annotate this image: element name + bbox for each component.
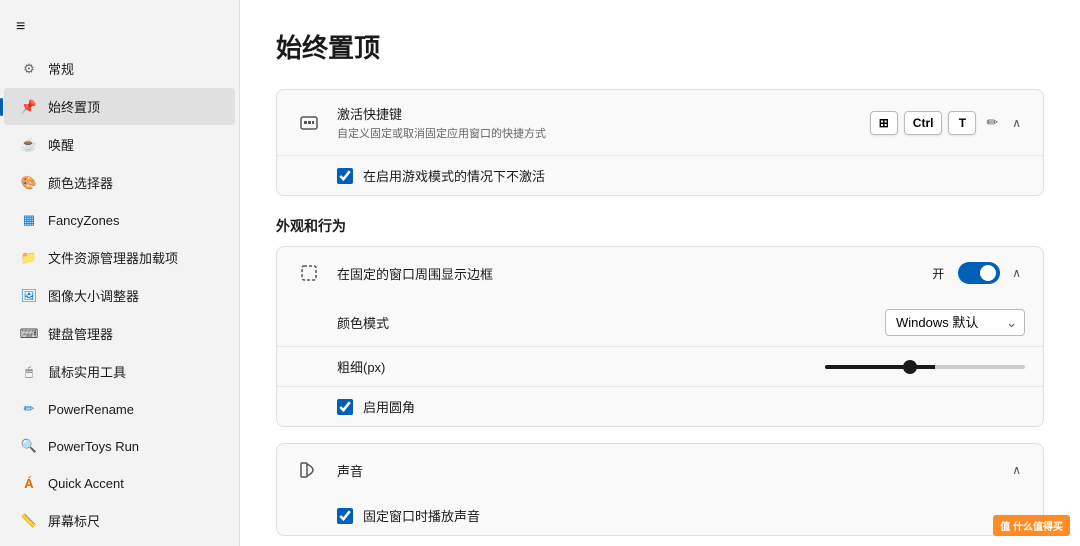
- thickness-label: 粗细(px): [337, 357, 457, 376]
- rounded-corners-row: 启用圆角: [277, 387, 1043, 426]
- powerrename-icon: ✏: [20, 400, 38, 418]
- sound-title: 声音: [337, 461, 994, 480]
- fileexplorer-icon: 📁: [20, 249, 38, 267]
- toggle-on-label: 开: [932, 265, 944, 282]
- sidebar-item-general[interactable]: ⚙ 常规: [4, 50, 235, 87]
- sidebar-label-fileexplorer: 文件资源管理器加载项: [48, 248, 178, 267]
- border-chevron[interactable]: ∧: [1008, 264, 1025, 282]
- colormode-dropdown-wrap: Windows 默认 浅色 深色: [885, 309, 1025, 336]
- keyboard-icon: ⌨: [20, 325, 38, 343]
- shortcut-chevron-up[interactable]: ∧: [1008, 114, 1025, 132]
- sidebar-item-alwaysontop[interactable]: 📌 始终置顶: [4, 88, 235, 125]
- sound-label: 固定窗口时播放声音: [363, 506, 480, 525]
- sound-icon: [295, 456, 323, 484]
- sidebar-label-powerrename: PowerRename: [48, 402, 134, 417]
- hamburger-menu[interactable]: ≡: [0, 8, 239, 46]
- shortcut-row: 激活快捷键 自定义固定或取消固定应用窗口的快捷方式 ⊞ Ctrl T ✏ ∧: [277, 90, 1043, 156]
- sidebar-item-ruler[interactable]: 📏 屏幕标尺: [4, 502, 235, 539]
- shortcut-content: 激活快捷键 自定义固定或取消固定应用窗口的快捷方式: [337, 104, 856, 141]
- sidebar-label-colorpicker: 颜色选择器: [48, 173, 113, 192]
- colormode-select[interactable]: Windows 默认 浅色 深色: [885, 309, 1025, 336]
- shortcut-actions: ⊞ Ctrl T ✏ ∧: [870, 110, 1025, 135]
- key-win[interactable]: ⊞: [870, 111, 898, 135]
- rounded-corners-checkbox[interactable]: [337, 399, 353, 415]
- sidebar-label-awake: 唤醒: [48, 135, 74, 154]
- sidebar-item-powerrename[interactable]: ✏ PowerRename: [4, 391, 235, 427]
- sidebar-label-ruler: 屏幕标尺: [48, 511, 100, 530]
- gamemode-checkbox[interactable]: [337, 168, 353, 184]
- sidebar-label-accent: Quick Accent: [48, 476, 124, 491]
- imageresizer-icon: 🖼: [20, 287, 38, 305]
- page-title: 始终置顶: [276, 28, 1044, 65]
- sidebar-item-quick-accent[interactable]: Á Quick Accent: [4, 465, 235, 501]
- sound-card: 声音 ∧ 固定窗口时播放声音: [276, 443, 1044, 536]
- sidebar-item-fancyzones[interactable]: ▦ FancyZones: [4, 202, 235, 238]
- rounded-corners-label: 启用圆角: [363, 397, 415, 416]
- sidebar-label-keyboard: 键盘管理器: [48, 324, 113, 343]
- sidebar-label-mouse: 鼠标实用工具: [48, 362, 126, 381]
- shortcut-card: 激活快捷键 自定义固定或取消固定应用窗口的快捷方式 ⊞ Ctrl T ✏ ∧ 在…: [276, 89, 1044, 196]
- main-content: 始终置顶 激活快捷键 自定义固定或取消固定应用窗口的快捷方式 ⊞ Ctrl T …: [240, 0, 1080, 546]
- sidebar-item-colorpicker[interactable]: 🎨 颜色选择器: [4, 164, 235, 201]
- thickness-row: 粗细(px): [277, 347, 1043, 387]
- thickness-control: [471, 365, 1025, 369]
- sidebar-label-general: 常规: [48, 59, 74, 78]
- run-icon: 🔍: [20, 437, 38, 455]
- key-t[interactable]: T: [948, 111, 976, 135]
- sidebar-label-fancyzones: FancyZones: [48, 213, 120, 228]
- sidebar-item-powertoys-run[interactable]: 🔍 PowerToys Run: [4, 428, 235, 464]
- sidebar-label-run: PowerToys Run: [48, 439, 139, 454]
- thickness-slider[interactable]: [825, 365, 1025, 369]
- sidebar-label-alwaysontop: 始终置顶: [48, 97, 100, 116]
- colormode-control: Windows 默认 浅色 深色: [471, 309, 1025, 336]
- sound-checkbox[interactable]: [337, 508, 353, 524]
- appearance-card: 在固定的窗口周围显示边框 开 ∧ 颜色模式 Windows 默认 浅色 深色: [276, 246, 1044, 427]
- border-title: 在固定的窗口周围显示边框: [337, 264, 918, 283]
- sound-chevron[interactable]: ∧: [1008, 461, 1025, 479]
- sidebar-item-awake[interactable]: ☕ 唤醒: [4, 126, 235, 163]
- shortcut-row-icon: [295, 109, 323, 137]
- mouse-icon: 🖱: [20, 363, 38, 381]
- border-row[interactable]: 在固定的窗口周围显示边框 开 ∧: [277, 247, 1043, 299]
- border-toggle[interactable]: [958, 262, 1000, 284]
- border-content: 在固定的窗口周围显示边框: [337, 264, 918, 283]
- edit-shortcut-button[interactable]: ✏: [982, 110, 1002, 135]
- awake-icon: ☕: [20, 136, 38, 154]
- gamemode-row: 在启用游戏模式的情况下不激活: [277, 156, 1043, 195]
- accent-icon: Á: [20, 474, 38, 492]
- colormode-row: 颜色模式 Windows 默认 浅色 深色: [277, 299, 1043, 347]
- colorpicker-icon: 🎨: [20, 174, 38, 192]
- gear-icon: ⚙: [20, 60, 38, 78]
- gamemode-label: 在启用游戏模式的情况下不激活: [363, 166, 545, 185]
- sidebar-item-keyboard[interactable]: ⌨ 键盘管理器: [4, 315, 235, 352]
- sound-content: 声音: [337, 461, 994, 480]
- sidebar-item-shortcut[interactable]: ⌨ 快捷键指南: [4, 540, 235, 546]
- key-ctrl[interactable]: Ctrl: [904, 111, 943, 135]
- sidebar-item-fileexplorer[interactable]: 📁 文件资源管理器加载项: [4, 239, 235, 276]
- border-icon: [295, 259, 323, 287]
- ruler-icon: 📏: [20, 512, 38, 530]
- shortcut-title: 激活快捷键: [337, 104, 856, 123]
- sound-checkbox-row: 固定窗口时播放声音: [277, 496, 1043, 535]
- fancyzones-icon: ▦: [20, 211, 38, 229]
- colormode-label: 颜色模式: [337, 313, 457, 332]
- sidebar: ≡ ⚙ 常规 📌 始终置顶 ☕ 唤醒 🎨 颜色选择器 ▦ FancyZones …: [0, 0, 240, 546]
- sound-header[interactable]: 声音 ∧: [277, 444, 1043, 496]
- sidebar-item-imageresizer[interactable]: 🖼 图像大小调整器: [4, 277, 235, 314]
- toggle-thumb: [980, 265, 996, 281]
- sidebar-item-mouse[interactable]: 🖱 鼠标实用工具: [4, 353, 235, 390]
- sidebar-label-imageresizer: 图像大小调整器: [48, 286, 139, 305]
- shortcut-desc: 自定义固定或取消固定应用窗口的快捷方式: [337, 125, 856, 141]
- pin-icon: 📌: [20, 98, 38, 116]
- appearance-heading: 外观和行为: [276, 216, 1044, 236]
